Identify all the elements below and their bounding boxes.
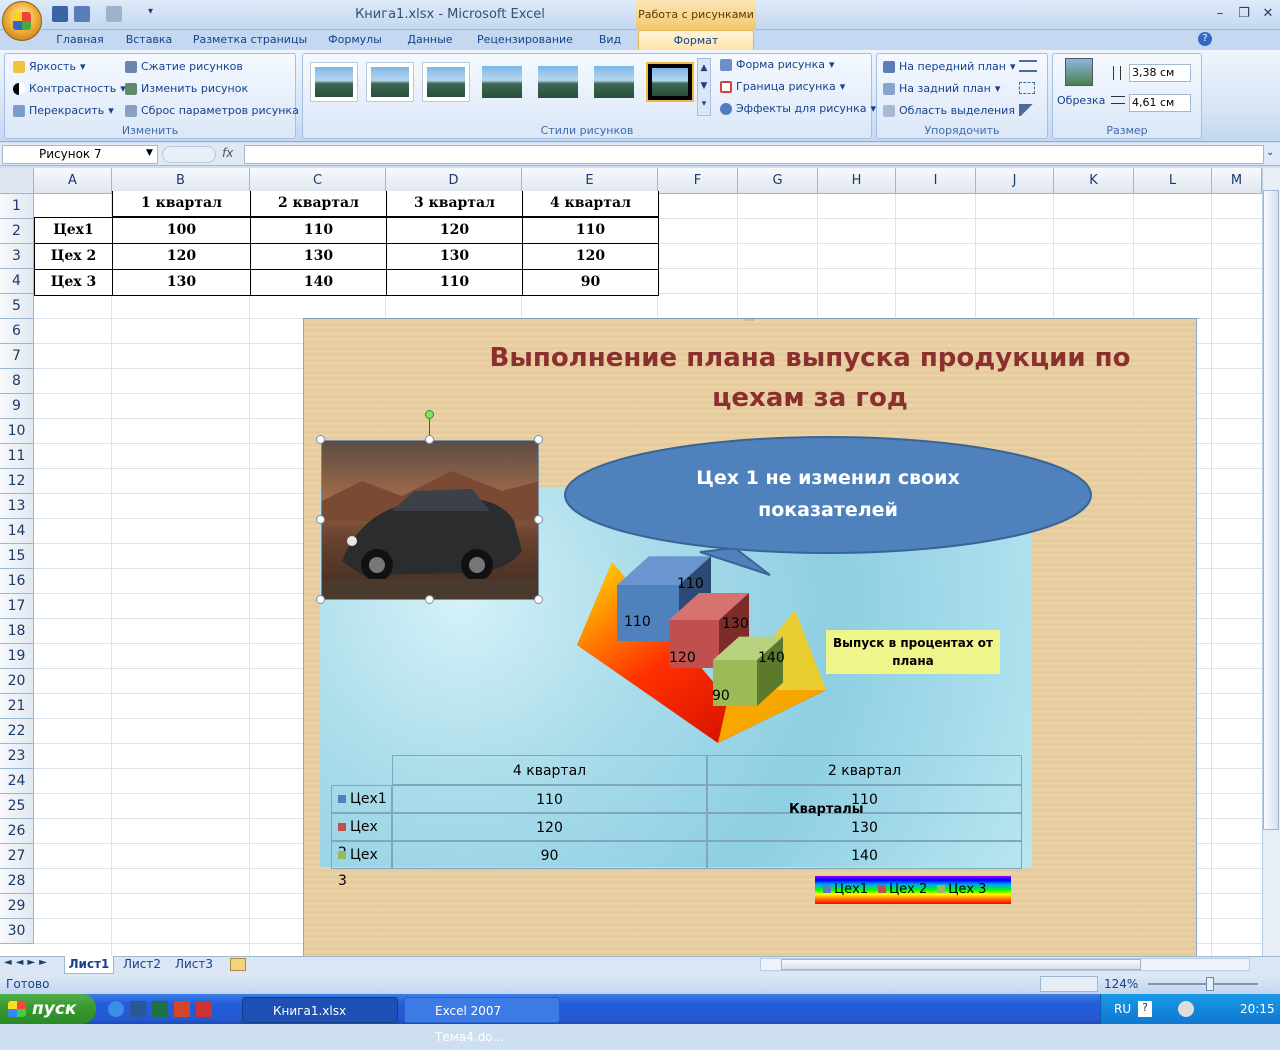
- resize-handle[interactable]: [534, 435, 543, 444]
- resize-handle[interactable]: [316, 435, 325, 444]
- dt-series-label[interactable]: Цех 3: [331, 841, 392, 889]
- taskbar-task-excel[interactable]: Книга1.xlsx: [242, 997, 398, 1023]
- dt-category[interactable]: 2 квартал: [707, 755, 1022, 785]
- dt-value[interactable]: 110: [707, 785, 1022, 813]
- word-icon[interactable]: [130, 1001, 146, 1017]
- view-buttons[interactable]: [1040, 976, 1098, 992]
- bar-data-label[interactable]: 110: [677, 576, 704, 592]
- bar-data-label[interactable]: 130: [722, 616, 749, 632]
- chart-graphics: [564, 436, 1092, 743]
- bar-data-label[interactable]: 140: [758, 650, 785, 666]
- powerpoint-icon[interactable]: [174, 1001, 190, 1017]
- sheet-tab-3[interactable]: Лист3: [170, 956, 218, 974]
- dt-series-label[interactable]: Цех 2: [331, 813, 392, 861]
- axis-title-line1: Выпуск в процентах от: [833, 636, 993, 650]
- dt-value[interactable]: 90: [392, 841, 707, 869]
- legend-entry[interactable]: Цех 2: [878, 882, 927, 897]
- dt-series-label[interactable]: Цех1: [331, 785, 392, 813]
- status-ready: Готово: [6, 977, 50, 991]
- dt-series-name: Цех1: [350, 791, 387, 807]
- zoom-level[interactable]: 124%: [1104, 977, 1138, 991]
- car-picture[interactable]: [321, 440, 539, 600]
- resize-handle[interactable]: [425, 595, 434, 604]
- rotation-handle[interactable]: [425, 410, 434, 419]
- legend-label: Цех 2: [889, 882, 928, 897]
- sheet-tab-1[interactable]: Лист1: [64, 956, 114, 974]
- dt-value[interactable]: 120: [392, 813, 707, 841]
- sheet-tab-2[interactable]: Лист2: [118, 956, 166, 974]
- legend-entry[interactable]: Цех1: [823, 882, 868, 897]
- language-indicator[interactable]: RU: [1114, 1002, 1131, 1016]
- clock: 20:15: [1240, 1002, 1275, 1016]
- zoom-slider[interactable]: [1148, 983, 1258, 985]
- insert-sheet-icon[interactable]: [230, 958, 246, 971]
- dt-value[interactable]: 140: [707, 841, 1022, 869]
- tray-help-icon[interactable]: ?: [1138, 1001, 1152, 1017]
- windows-taskbar: [0, 994, 1280, 1024]
- office-button[interactable]: [2, 1, 42, 41]
- dt-value[interactable]: 130: [707, 813, 1022, 841]
- legend-swatch-icon: [878, 885, 887, 893]
- bar-data-label[interactable]: 110: [624, 614, 651, 630]
- series-swatch-icon: [338, 795, 346, 803]
- office-logo-icon: [13, 12, 31, 30]
- axis-title-line2: плана: [892, 654, 934, 668]
- dt-category[interactable]: 4 квартал: [392, 755, 707, 785]
- legend-label: Цех1: [834, 882, 869, 897]
- legend-label: Цех 3: [948, 882, 987, 897]
- ie-icon[interactable]: [108, 1001, 124, 1017]
- acrobat-icon[interactable]: [196, 1001, 212, 1017]
- series-swatch-icon: [338, 851, 346, 859]
- resize-handle[interactable]: [534, 515, 543, 524]
- callout-text: Цех 1 не изменил своих показателей: [648, 462, 1008, 526]
- vertical-scroll-thumb[interactable]: [1263, 190, 1279, 830]
- callout-line1: Цех 1 не изменил своих: [696, 467, 960, 489]
- resize-handle[interactable]: [316, 515, 325, 524]
- resize-handle[interactable]: [425, 435, 434, 444]
- sheet-navigation-icon[interactable]: ◄◄►►: [4, 957, 51, 968]
- tray-arrow-icon[interactable]: [1178, 1001, 1194, 1017]
- legend-swatch-icon: [937, 885, 946, 893]
- car-image: [322, 441, 538, 599]
- bar-data-label[interactable]: 120: [669, 650, 696, 666]
- excel-icon[interactable]: [152, 1001, 168, 1017]
- legend-swatch-icon: [823, 885, 831, 893]
- legend-entry[interactable]: Цех 3: [937, 882, 986, 897]
- category-axis-title[interactable]: Кварталы: [789, 802, 864, 817]
- taskbar-task-word[interactable]: Excel 2007 Тема4.do...: [404, 997, 560, 1044]
- chart-legend[interactable]: Цех1 Цех 2 Цех 3: [815, 876, 1011, 904]
- horizontal-scrollbar[interactable]: [760, 958, 1250, 971]
- dt-value[interactable]: 110: [392, 785, 707, 813]
- series-swatch-icon: [338, 823, 346, 831]
- resize-handle[interactable]: [534, 595, 543, 604]
- value-axis-title[interactable]: Выпуск в процентах от плана: [826, 630, 1000, 674]
- callout-line2: показателей: [758, 499, 898, 521]
- bar-data-label[interactable]: 90: [712, 688, 730, 704]
- horizontal-scroll-thumb[interactable]: [781, 959, 1141, 970]
- zoom-slider-thumb[interactable]: [1206, 977, 1214, 991]
- windows-logo-icon: [8, 1001, 26, 1017]
- resize-handle[interactable]: [316, 595, 325, 604]
